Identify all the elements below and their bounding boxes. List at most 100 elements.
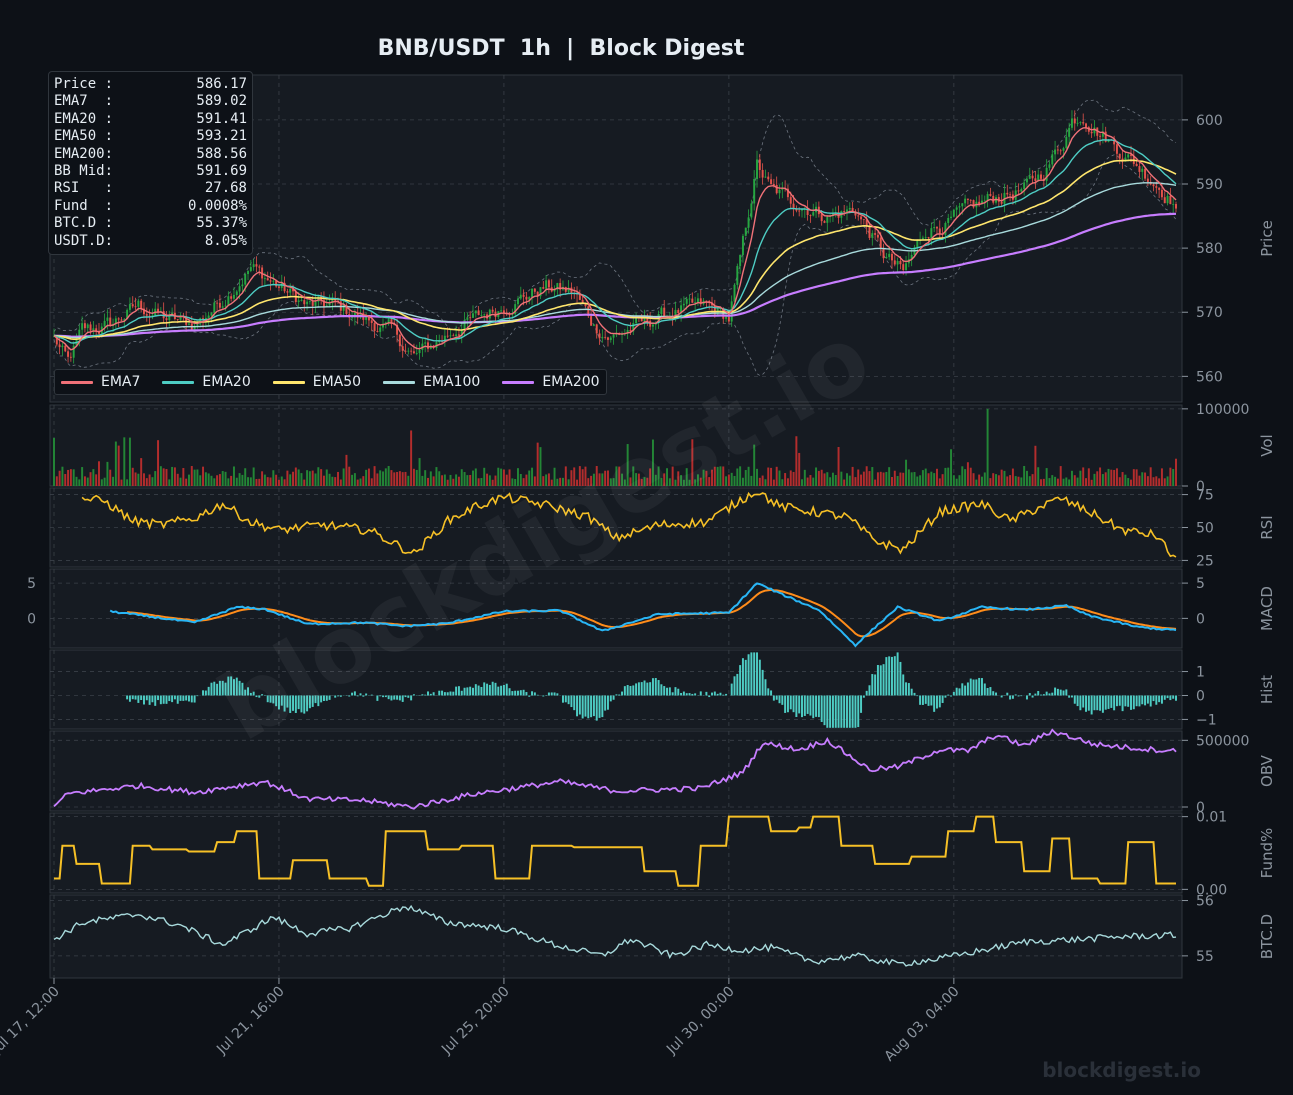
volume-bar xyxy=(421,475,424,486)
volume-bar xyxy=(952,475,955,486)
macd-histogram-bar xyxy=(598,695,601,718)
candle-body xyxy=(764,176,767,178)
volume-bar xyxy=(801,479,803,486)
macd-histogram-bar xyxy=(398,695,401,701)
volume-bar xyxy=(232,466,235,486)
volume-bar xyxy=(1144,472,1147,486)
macd-histogram-bar xyxy=(387,695,390,700)
volume-bar xyxy=(907,469,910,486)
macd-histogram-bar xyxy=(486,683,489,696)
candle-body xyxy=(128,304,131,310)
macd-histogram-bar xyxy=(803,695,806,716)
macd-histogram-bar xyxy=(542,695,545,697)
volume-bar xyxy=(325,469,328,486)
y-axis-label-funding: Fund% xyxy=(1258,828,1276,879)
macd-histogram-bar xyxy=(446,692,449,696)
macd-histogram-bar xyxy=(666,687,669,696)
candle-body xyxy=(457,334,460,336)
macd-histogram-bar xyxy=(500,685,503,696)
volume-bar xyxy=(502,469,505,486)
macd-histogram-bar xyxy=(947,694,950,696)
macd-histogram-bar xyxy=(1141,695,1144,705)
volume-bar xyxy=(488,475,491,486)
macd-histogram-bar xyxy=(480,686,483,696)
macd-histogram-bar xyxy=(826,695,829,728)
candle-body xyxy=(216,302,219,304)
macd-histogram-bar xyxy=(1121,695,1124,712)
macd-histogram-bar xyxy=(846,695,848,728)
info-label: RSI : xyxy=(54,180,114,197)
volume-bar xyxy=(1048,478,1051,486)
volume-bar xyxy=(261,471,264,486)
volume-bar xyxy=(812,477,815,486)
macd-histogram-bar xyxy=(443,692,446,696)
volume-bar xyxy=(64,474,67,486)
volume-bar xyxy=(193,469,196,486)
volume-bar xyxy=(165,469,168,486)
candle-body xyxy=(727,316,730,322)
x-tick-label: Jul 30, 00:00 xyxy=(663,984,738,1059)
panel-btcd xyxy=(49,894,1183,979)
macd-histogram-bar xyxy=(891,656,893,696)
volume-bar xyxy=(384,468,387,486)
volume-bar xyxy=(1138,475,1141,486)
volume-bar xyxy=(958,475,961,486)
macd-histogram-bar xyxy=(896,652,899,696)
macd-histogram-bar xyxy=(1113,695,1116,711)
candle-body xyxy=(767,176,770,180)
macd-histogram-bar xyxy=(1070,695,1073,698)
macd-histogram-bar xyxy=(680,692,683,696)
macd-histogram-bar xyxy=(145,695,148,701)
macd-histogram-bar xyxy=(739,665,742,696)
volume-bar xyxy=(187,474,190,486)
y-tick-label-btcd: 56 xyxy=(1196,894,1214,910)
volume-bar xyxy=(100,479,103,486)
macd-histogram-bar xyxy=(812,695,815,719)
info-value: 27.68 xyxy=(204,180,247,197)
volume-bar xyxy=(848,475,851,486)
macd-histogram-bar xyxy=(930,695,933,706)
macd-histogram-bar xyxy=(657,680,660,696)
candle-body xyxy=(297,300,300,303)
macd-histogram-bar xyxy=(893,656,896,696)
volume-bar xyxy=(98,461,100,486)
volume-bar xyxy=(486,473,489,486)
volume-bar xyxy=(483,467,486,486)
volume-bar xyxy=(207,473,210,486)
volume-bar xyxy=(1087,468,1090,486)
macd-histogram-bar xyxy=(1101,695,1104,713)
macd-histogram-bar xyxy=(165,695,168,704)
macd-histogram-bar xyxy=(756,652,758,696)
macd-histogram-bar xyxy=(179,695,182,701)
volume-bar xyxy=(1082,467,1085,486)
legend-swatch xyxy=(383,380,416,384)
macd-histogram-bar xyxy=(1040,694,1043,696)
macd-histogram-bar xyxy=(972,679,975,696)
volume-bar xyxy=(179,477,182,486)
macd-histogram-bar xyxy=(379,695,382,697)
volume-bar xyxy=(171,466,174,486)
candle-body xyxy=(446,335,449,337)
macd-histogram-bar xyxy=(834,695,837,728)
info-row: EMA20 : 591.41 xyxy=(54,111,247,128)
macd-histogram-bar xyxy=(955,687,958,696)
volume-bar xyxy=(173,467,176,486)
macd-histogram-bar xyxy=(143,695,145,705)
volume-bar xyxy=(792,471,795,486)
y-axis-label-rsi: RSI xyxy=(1258,515,1276,539)
volume-bar xyxy=(123,437,126,486)
volume-bar xyxy=(106,461,109,486)
candle-body xyxy=(935,227,938,229)
volume-bar xyxy=(404,471,407,486)
volume-bar xyxy=(322,475,325,486)
macd-histogram-bar xyxy=(531,691,534,696)
volume-bar xyxy=(81,467,84,486)
macd-histogram-bar xyxy=(758,659,761,696)
macd-histogram-bar xyxy=(609,695,612,702)
volume-bar xyxy=(367,468,370,486)
candle-body xyxy=(871,233,874,238)
macd-histogram-bar xyxy=(615,694,618,696)
macd-histogram-bar xyxy=(564,695,567,703)
macd-histogram-bar xyxy=(514,690,517,696)
volume-bar xyxy=(348,466,351,486)
